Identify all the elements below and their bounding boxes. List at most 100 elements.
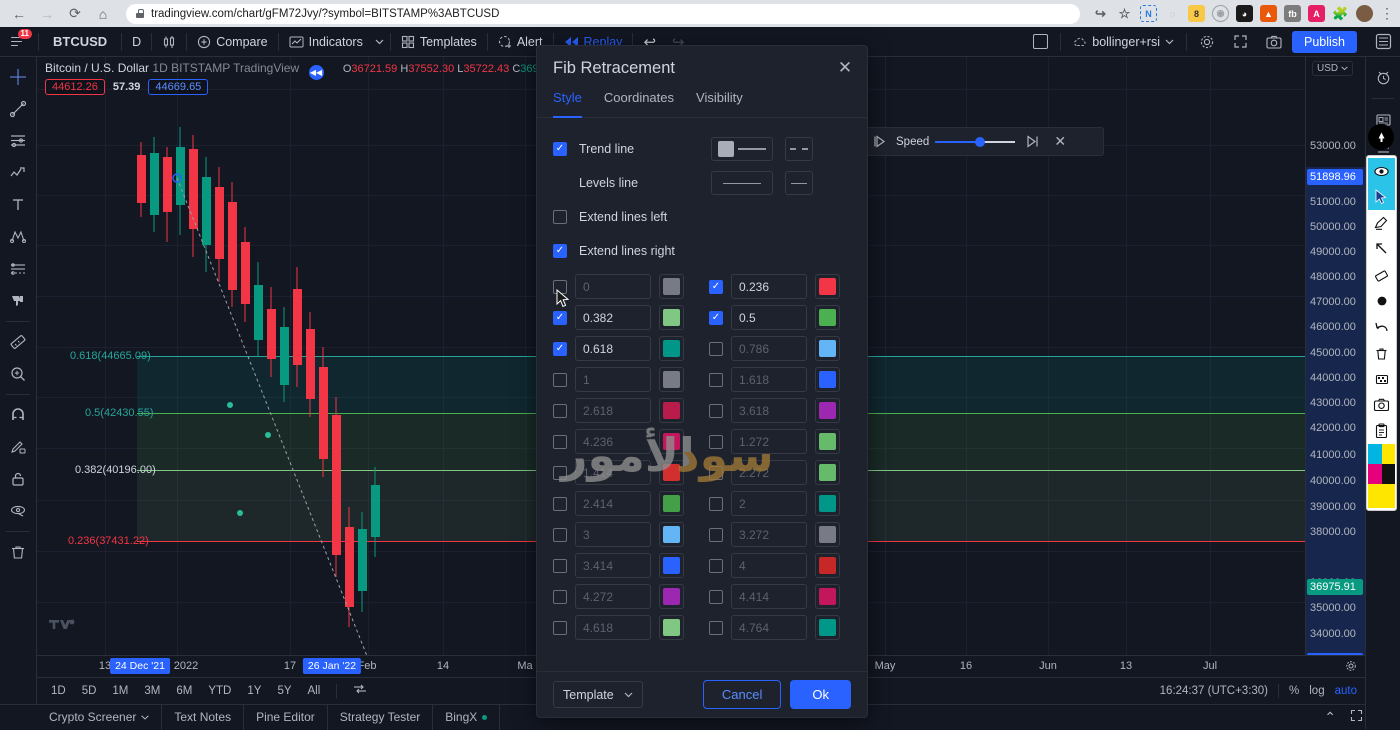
trend-line-checkbox[interactable] <box>553 142 567 156</box>
level-checkbox[interactable] <box>709 620 723 635</box>
text-icon[interactable] <box>3 190 33 220</box>
tab-text-notes[interactable]: Text Notes <box>162 704 245 730</box>
level-color-swatch[interactable] <box>815 584 840 609</box>
range-1d[interactable]: 1D <box>45 683 72 699</box>
trend-line-color-swatch[interactable] <box>718 141 734 157</box>
prediction-icon[interactable] <box>3 254 33 284</box>
time-axis-settings-icon[interactable] <box>1345 660 1357 675</box>
goto-date-icon[interactable] <box>347 681 373 701</box>
level-color-swatch[interactable] <box>659 491 684 516</box>
palette-swatch-magenta[interactable] <box>1368 464 1382 484</box>
level-value-input[interactable] <box>731 615 807 640</box>
level-checkbox[interactable] <box>709 496 723 511</box>
expand-panel-icon[interactable] <box>1350 709 1363 725</box>
level-value-input[interactable] <box>575 336 651 361</box>
log-scale-toggle[interactable]: log <box>1309 685 1324 697</box>
level-color-swatch[interactable] <box>815 615 840 640</box>
levels-line-style-button[interactable] <box>785 171 813 195</box>
level-checkbox[interactable] <box>553 279 567 294</box>
level-checkbox[interactable] <box>709 279 723 294</box>
level-checkbox[interactable] <box>553 310 567 325</box>
level-color-swatch[interactable] <box>815 553 840 578</box>
level-checkbox[interactable] <box>709 372 723 387</box>
interval-button[interactable]: D <box>124 27 149 57</box>
range-ytd[interactable]: YTD <box>202 683 237 699</box>
alarm-icon[interactable] <box>1369 63 1397 91</box>
tab-strategy-tester[interactable]: Strategy Tester <box>328 704 434 730</box>
speed-slider[interactable] <box>935 135 1016 149</box>
address-bar[interactable]: tradingview.com/chart/gFM72Jvy/?symbol=B… <box>126 3 1080 24</box>
lock-icon[interactable] <box>3 464 33 494</box>
snapshot-button[interactable] <box>1258 27 1290 57</box>
browser-home-icon[interactable]: ⌂ <box>92 3 114 25</box>
highlighter-icon[interactable] <box>1368 210 1395 236</box>
extension-ghost-icon[interactable]: ◕ <box>1236 5 1253 22</box>
range-3m[interactable]: 3M <box>138 683 166 699</box>
trash-icon[interactable] <box>3 537 33 567</box>
fullscreen-button[interactable] <box>1225 27 1256 57</box>
extension-bulb-icon[interactable]: 8 <box>1188 5 1205 22</box>
level-color-swatch[interactable] <box>659 584 684 609</box>
annotate-pen-head-icon[interactable] <box>1368 124 1394 150</box>
level-checkbox[interactable] <box>709 310 723 325</box>
indicators-button[interactable]: Indicators <box>281 27 371 57</box>
zoom-in-icon[interactable] <box>3 359 33 389</box>
level-value-input[interactable] <box>731 429 807 454</box>
range-6m[interactable]: 6M <box>170 683 198 699</box>
extension-notion-icon[interactable]: N <box>1140 5 1157 22</box>
level-checkbox[interactable] <box>709 527 723 542</box>
thumb-down-icon[interactable] <box>3 286 33 316</box>
level-value-input[interactable] <box>731 460 807 485</box>
tab-crypto-screener[interactable]: Crypto Screener <box>37 704 163 730</box>
level-checkbox[interactable] <box>553 496 567 511</box>
tab-bingx[interactable]: BingX <box>433 704 501 730</box>
level-value-input[interactable] <box>575 615 651 640</box>
layout-select-button[interactable] <box>1025 27 1056 57</box>
range-1y[interactable]: 1Y <box>241 683 267 699</box>
level-color-swatch[interactable] <box>815 398 840 423</box>
level-color-swatch[interactable] <box>659 274 684 299</box>
level-color-swatch[interactable] <box>815 460 840 485</box>
browser-reload-icon[interactable]: ⟳ <box>64 3 86 25</box>
publish-button[interactable]: Publish <box>1292 30 1357 53</box>
palette-swatch-black[interactable] <box>1381 464 1395 484</box>
extension-puzzle-icon[interactable]: 🧩 <box>1332 5 1349 22</box>
extension-cloud-icon[interactable]: ◌ <box>1164 5 1181 22</box>
level-checkbox[interactable] <box>553 465 567 480</box>
blur-icon[interactable] <box>1368 366 1395 392</box>
palette-swatch-yellow[interactable] <box>1381 444 1395 464</box>
replay-close-icon[interactable]: ✕ <box>1049 131 1071 153</box>
eye-icon[interactable] <box>1368 158 1395 184</box>
palette-active-color[interactable] <box>1368 484 1395 508</box>
trash-icon[interactable] <box>1368 340 1395 366</box>
level-checkbox[interactable] <box>709 434 723 449</box>
save-layout-button[interactable]: bollinger+rsi <box>1065 27 1182 57</box>
extend-right-checkbox[interactable] <box>553 244 567 258</box>
replay-step-icon[interactable] <box>1021 131 1043 153</box>
level-color-swatch[interactable] <box>815 274 840 299</box>
level-value-input[interactable] <box>575 553 651 578</box>
level-color-swatch[interactable] <box>659 522 684 547</box>
tab-visibility[interactable]: Visibility <box>696 90 743 117</box>
level-value-input[interactable] <box>731 553 807 578</box>
pattern-icon[interactable] <box>3 222 33 252</box>
symbol-button[interactable]: BTCUSD <box>41 27 119 57</box>
chart-type-button[interactable] <box>154 27 184 57</box>
level-checkbox[interactable] <box>553 434 567 449</box>
level-checkbox[interactable] <box>709 558 723 573</box>
level-checkbox[interactable] <box>553 372 567 387</box>
level-value-input[interactable] <box>575 367 651 392</box>
undo-icon[interactable] <box>1368 314 1395 340</box>
browser-forward-icon[interactable]: → <box>36 3 58 25</box>
main-menu-button[interactable]: 11 <box>0 27 36 57</box>
close-icon[interactable]: ✕ <box>835 58 855 78</box>
template-dropdown[interactable]: Template <box>553 681 643 708</box>
cancel-button[interactable]: Cancel <box>702 680 782 709</box>
auto-scale-toggle[interactable]: auto <box>1335 685 1357 697</box>
extension-fb-icon[interactable]: fb <box>1284 5 1301 22</box>
level-color-swatch[interactable] <box>815 367 840 392</box>
browser-back-icon[interactable]: ← <box>8 3 30 25</box>
range-5d[interactable]: 5D <box>76 683 103 699</box>
level-color-swatch[interactable] <box>659 460 684 485</box>
camera-icon[interactable] <box>1368 392 1395 418</box>
